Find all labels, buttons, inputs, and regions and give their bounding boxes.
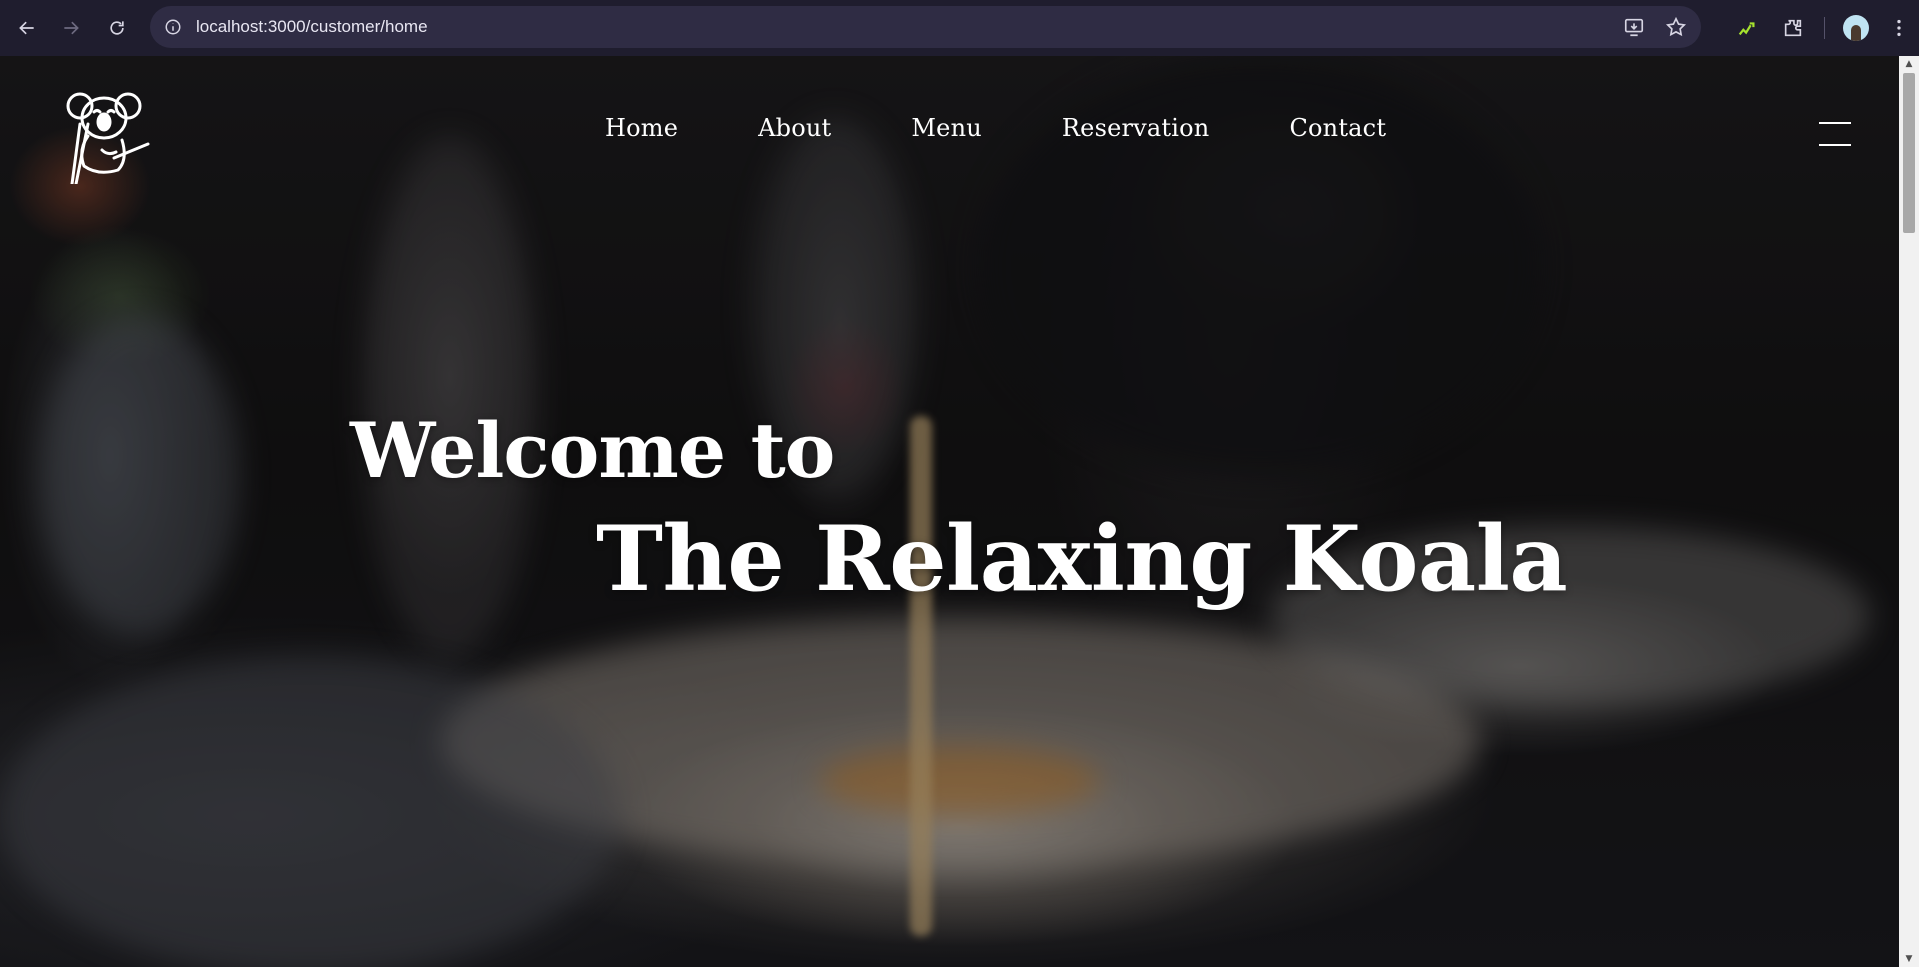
background-pour-stream (910, 416, 932, 936)
site-navigation: Home About Menu Reservation Contact (605, 114, 1466, 142)
extension-button[interactable] (1724, 0, 1770, 56)
scroll-down-arrow-icon[interactable]: ▼ (1899, 951, 1919, 967)
extensions-menu-button[interactable] (1770, 0, 1816, 56)
kebab-menu-icon (1897, 19, 1901, 37)
scrollbar-thumb[interactable] (1903, 73, 1915, 233)
browser-toolbar: localhost:3000/customer/home (0, 0, 1919, 56)
back-button[interactable] (8, 9, 46, 47)
hero-section: Home About Menu Reservation Contact Welc… (0, 56, 1899, 967)
avatar (1843, 15, 1869, 41)
hamburger-menu-button[interactable] (1819, 122, 1851, 150)
background-glass-left (360, 136, 540, 656)
nav-about[interactable]: About (758, 114, 831, 142)
hero-brand-title: The Relaxing Koala (596, 506, 1568, 612)
extension-icon (1738, 22, 1755, 36)
address-bar[interactable]: localhost:3000/customer/home (150, 6, 1701, 48)
background-food (820, 746, 1100, 816)
hamburger-line-bottom (1819, 144, 1851, 146)
background-vase (40, 316, 240, 636)
site-info-icon[interactable] (164, 18, 182, 36)
url-text[interactable]: localhost:3000/customer/home (196, 17, 428, 37)
arrow-right-icon (64, 21, 79, 35)
star-icon[interactable] (1665, 16, 1687, 38)
page-scrollbar[interactable]: ▲ ▼ (1899, 56, 1919, 967)
forward-button[interactable] (52, 9, 90, 47)
profile-button[interactable] (1833, 0, 1879, 56)
hamburger-line-top (1819, 122, 1851, 124)
browser-menu-button[interactable] (1879, 0, 1919, 56)
nav-home[interactable]: Home (605, 114, 678, 142)
koala-logo[interactable] (58, 84, 162, 184)
puzzle-icon (1784, 19, 1802, 37)
reload-icon (110, 21, 124, 35)
background-plate (440, 616, 1480, 866)
background-tablecloth (0, 656, 620, 967)
nav-reservation[interactable]: Reservation (1062, 114, 1210, 142)
hero-welcome-text: Welcome to (350, 406, 835, 495)
scroll-up-arrow-icon[interactable]: ▲ (1899, 56, 1919, 72)
nav-menu[interactable]: Menu (911, 114, 982, 142)
reload-button[interactable] (98, 9, 136, 47)
arrow-left-icon (19, 21, 34, 35)
nav-contact[interactable]: Contact (1289, 114, 1386, 142)
toolbar-divider (1824, 17, 1825, 39)
toolbar-right (1724, 0, 1919, 56)
install-app-icon[interactable] (1623, 16, 1645, 38)
